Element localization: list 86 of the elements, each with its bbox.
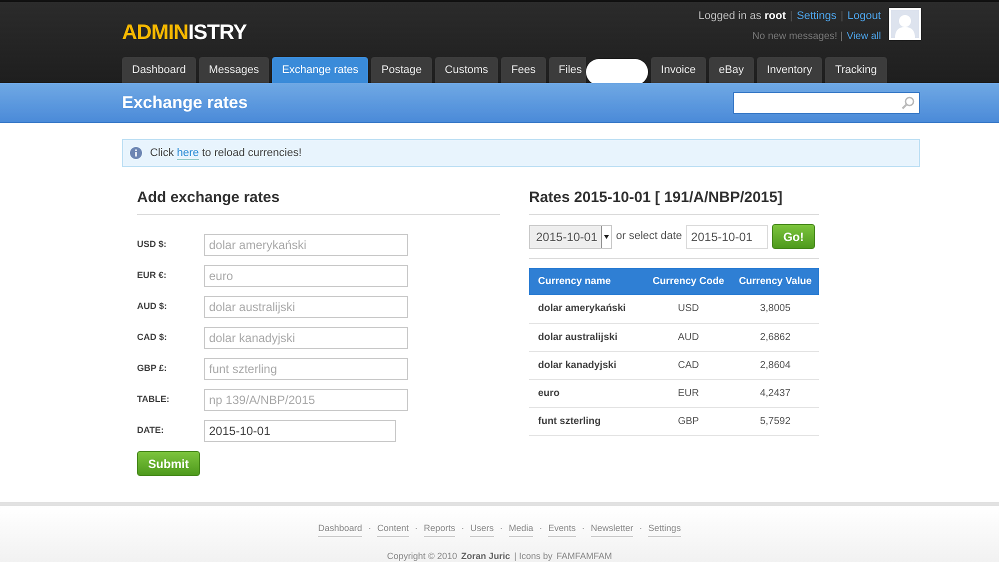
input-field[interactable]: dolar amerykański: [204, 234, 408, 256]
field-label: TABLE:: [137, 393, 170, 406]
nav-tab[interactable]: Exchange rates: [272, 57, 368, 83]
separator-dot: ·: [368, 522, 372, 535]
separator: |: [840, 9, 844, 24]
table-cell: dolar kanadyjski: [529, 351, 646, 379]
table-cell: dolar amerykański: [529, 295, 646, 323]
page-title: Exchange rates: [122, 92, 248, 114]
column-header: Currency Value: [731, 268, 819, 295]
icons-credit-link[interactable]: FAMFAMFAM: [556, 550, 612, 562]
search-icon: [901, 96, 915, 110]
table-cell: CAD: [645, 351, 732, 379]
table-cell: GBP: [645, 407, 732, 435]
field-label: USD $:: [137, 238, 168, 252]
search-field[interactable]: [733, 92, 920, 114]
field-label: EUR €:: [137, 269, 168, 282]
input-field[interactable]: funt szterling: [204, 358, 408, 380]
table-cell: AUD: [645, 323, 732, 351]
table-cell: 2,6862: [731, 323, 819, 351]
settings-link[interactable]: Settings: [796, 8, 836, 24]
table-cell: dolar australijski: [529, 323, 646, 351]
silhouette-icon: [894, 12, 916, 38]
footer-link[interactable]: Newsletter: [590, 522, 634, 536]
table-cell: 5,7592: [731, 407, 819, 435]
copyright-text: Copyright © 2010: [386, 550, 458, 562]
go-button[interactable]: Go!: [772, 224, 816, 249]
rates-heading: Rates 2015-10-01 [ 191/A/NBP/2015]: [529, 188, 784, 208]
separator-dot: ·: [639, 522, 642, 535]
separator-dot: ·: [500, 522, 503, 535]
field-label: AUD $:: [137, 300, 168, 314]
table-cell: 4,2437: [731, 379, 819, 407]
nav-tab[interactable]: Fees: [501, 57, 546, 83]
nav-tab[interactable]: Invoice: [650, 57, 706, 83]
input-field[interactable]: dolar australijski: [204, 296, 408, 318]
table-cell: 2,8604: [731, 351, 819, 379]
nav-tab[interactable]: Customs: [434, 57, 498, 83]
table-cell: USD: [645, 295, 732, 323]
nav-tab[interactable]: Inventory: [756, 57, 822, 83]
separator: |: [790, 9, 793, 24]
messages-text: No new messages! |: [752, 30, 843, 44]
input-field[interactable]: euro: [204, 265, 408, 287]
nav-tab[interactable]: Files: [548, 57, 586, 83]
author-link[interactable]: Zoran Juric: [461, 550, 510, 562]
form-heading: Add exchange rates: [137, 188, 281, 208]
footer-link[interactable]: Media: [508, 522, 534, 536]
table-cell: funt szterling: [529, 407, 646, 435]
separator-dot: ·: [461, 522, 464, 535]
notice-text: Click here to reload currencies!: [150, 146, 302, 162]
separator-dot: ·: [582, 522, 585, 535]
table-cell: EUR: [645, 379, 732, 407]
footer-link[interactable]: Events: [548, 522, 576, 536]
table-cell: euro: [529, 379, 646, 407]
nav-tab[interactable]: Tracking: [825, 57, 887, 83]
view-all-link[interactable]: View all: [846, 28, 881, 44]
field-label: GBP £:: [137, 362, 168, 376]
date-dropdown[interactable]: 2015-10-01: [529, 224, 612, 248]
logout-link[interactable]: Logout: [847, 8, 881, 24]
field-label: CAD $:: [137, 331, 168, 344]
redaction-blob: [586, 59, 648, 85]
footer-link[interactable]: Content: [377, 522, 409, 536]
submit-button[interactable]: Submit: [137, 451, 200, 476]
caret-icon: [604, 234, 609, 238]
footer-link[interactable]: Settings: [648, 522, 681, 536]
footer-link[interactable]: Dashboard: [318, 522, 362, 536]
input-field[interactable]: 2015-10-01: [204, 420, 396, 442]
separator-dot: ·: [539, 522, 542, 535]
reload-link[interactable]: here: [176, 146, 199, 160]
info-icon: [130, 147, 142, 159]
or-select-date-text: or select date: [616, 229, 682, 244]
nav-tab[interactable]: eBay: [708, 57, 754, 83]
footer-link[interactable]: Reports: [424, 522, 456, 536]
logo[interactable]: ADMINISTRY: [122, 17, 247, 45]
separator-dot: ·: [414, 522, 418, 535]
column-header: Currency Code: [645, 268, 732, 295]
date-field[interactable]: 2015-10-01: [686, 224, 768, 248]
input-field[interactable]: dolar kanadyjski: [204, 327, 408, 349]
field-label: DATE:: [137, 424, 165, 438]
footer-link[interactable]: Users: [470, 522, 494, 536]
icons-by-text: | Icons by: [514, 550, 553, 562]
column-header: Currency name: [529, 268, 646, 295]
logged-in-text: Logged in as root: [698, 9, 786, 24]
nav-tab[interactable]: Dashboard: [122, 57, 196, 83]
table-cell: 3,8005: [731, 295, 819, 323]
nav-tab[interactable]: Messages: [198, 57, 269, 83]
nav-tab[interactable]: Postage: [371, 57, 432, 83]
input-field[interactable]: np 139/A/NBP/2015: [204, 389, 408, 411]
